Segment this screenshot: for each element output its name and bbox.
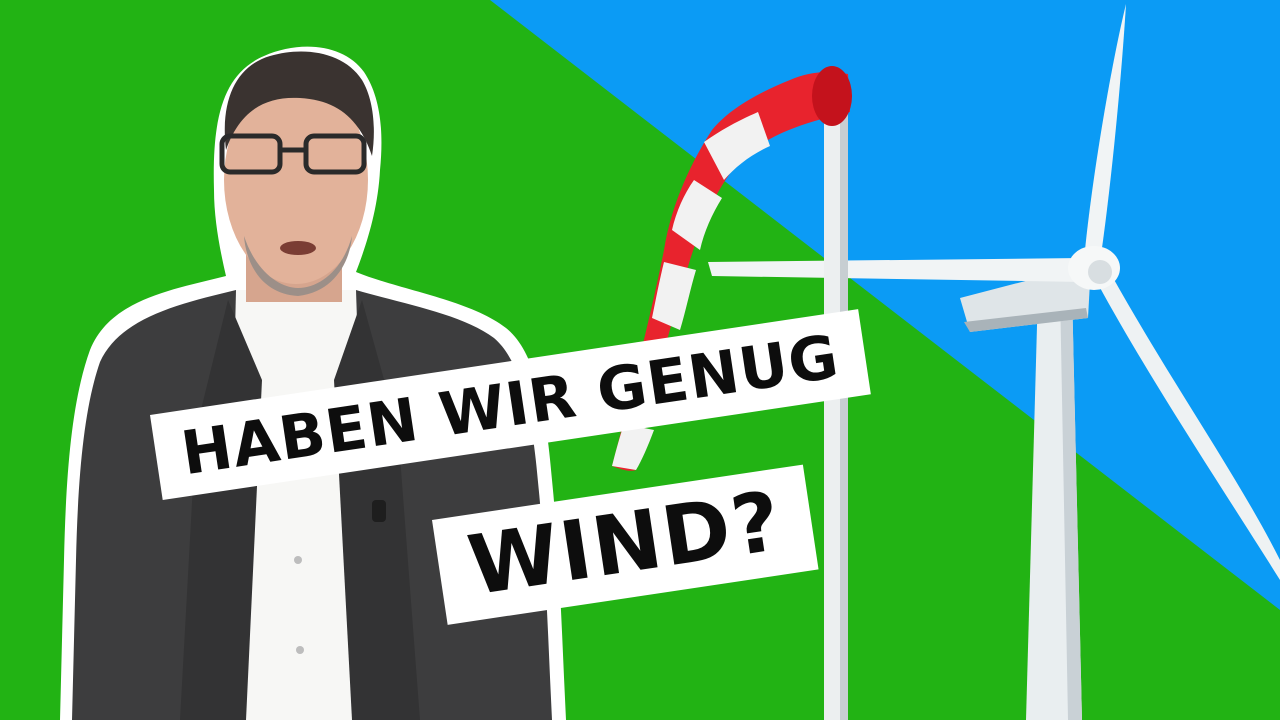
shirt-button — [294, 556, 302, 564]
shirt-button — [296, 646, 304, 654]
turbine-hub-center — [1088, 260, 1112, 284]
windsock-pole-shade — [840, 84, 848, 720]
mouth — [280, 241, 316, 255]
windsock-mouth — [812, 66, 852, 126]
lapel-microphone-icon — [372, 500, 386, 522]
thumbnail-scene: HABEN WIR GENUG WIND? — [0, 0, 1280, 720]
